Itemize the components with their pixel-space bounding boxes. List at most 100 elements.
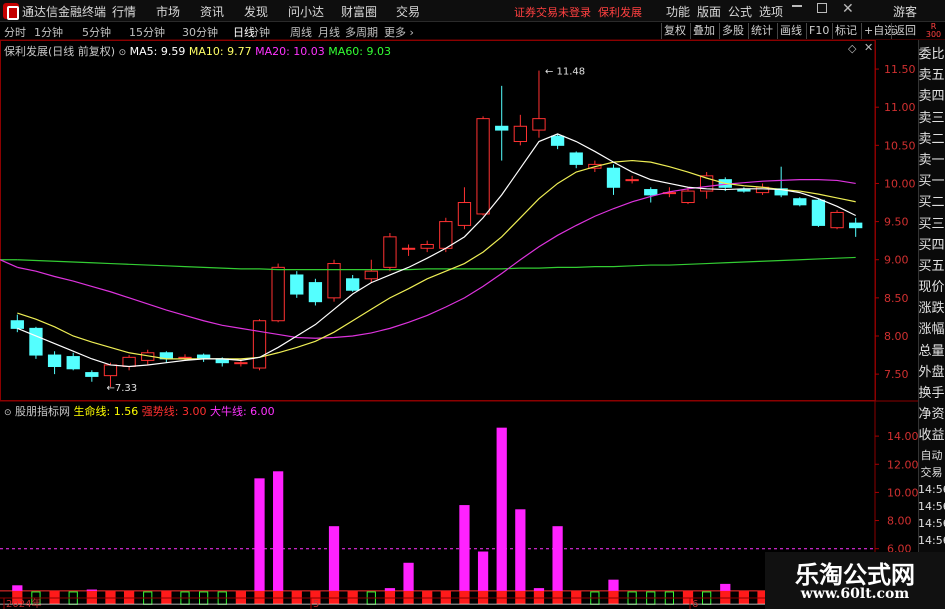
- menu-faxian[interactable]: 发现: [244, 3, 268, 20]
- watermark-title: 乐淘公式网: [795, 561, 915, 589]
- strong-line-label: 强势线: 3.00: [141, 405, 207, 418]
- bull-bar: [515, 509, 526, 591]
- period-15min[interactable]: 15分钟: [129, 24, 165, 40]
- sidebar-item-23[interactable]: 14:56: [918, 515, 945, 532]
- sidebar-item-13[interactable]: 涨幅: [918, 319, 945, 340]
- candle-down: [550, 135, 565, 146]
- period-5min[interactable]: 5分钟: [82, 24, 111, 40]
- candle-up: [122, 356, 136, 367]
- period-daily[interactable]: 日线: [233, 24, 255, 40]
- bull-bar: [12, 585, 23, 591]
- candle-down: [569, 152, 583, 165]
- sidebar-item-5[interactable]: 卖一: [918, 150, 945, 171]
- menu-jiaoyi[interactable]: 交易: [396, 3, 420, 20]
- sidebar-item-19[interactable]: 自动: [918, 447, 945, 464]
- indicator-layer: [0, 427, 875, 605]
- period-30min[interactable]: 30分钟: [182, 24, 218, 40]
- candle-up: [439, 221, 453, 249]
- btn-tongji[interactable]: 统计: [748, 23, 775, 39]
- bull-bar: [403, 562, 414, 591]
- bull-bar: [552, 526, 563, 591]
- sidebar-item-15[interactable]: 外盘: [918, 362, 945, 383]
- candle-up: [271, 266, 285, 322]
- sidebar-item-10[interactable]: 买五: [918, 256, 945, 277]
- sidebar-item-14[interactable]: 总量: [918, 341, 945, 362]
- menu-xuanxiang[interactable]: 选项: [759, 3, 783, 20]
- bull-bar: [496, 427, 507, 591]
- bull-bar: [720, 583, 731, 591]
- btn-biaoji[interactable]: 标记: [832, 23, 859, 39]
- app-title: 通达信金融终端: [22, 5, 107, 19]
- sidebar-item-2[interactable]: 卖四: [918, 86, 945, 107]
- lifeline-label: 生命线: 1.56: [73, 405, 139, 418]
- btn-f10[interactable]: F10: [806, 23, 831, 39]
- menu-shichang[interactable]: 市场: [156, 3, 180, 20]
- ma20-line-ext: [0, 259, 18, 268]
- sidebar-item-7[interactable]: 买二: [918, 192, 945, 213]
- close-icon[interactable]: ✕: [842, 1, 854, 17]
- settings-circle-icon[interactable]: ⊙: [119, 48, 127, 58]
- sidebar-item-12[interactable]: 涨跌: [918, 298, 945, 319]
- btn-diejia[interactable]: 叠加: [690, 23, 717, 39]
- bull-line-label: 大牛线: 6.00: [209, 405, 275, 418]
- candle-up: [681, 190, 695, 204]
- ma5-line: [17, 133, 856, 368]
- sidebar-item-11[interactable]: 现价: [918, 277, 945, 298]
- main-tick-label: 8.50: [884, 292, 909, 305]
- menu-banmian[interactable]: 版面: [697, 3, 721, 20]
- btn-back[interactable]: 返回: [891, 23, 918, 39]
- period-more[interactable]: 更多 ›: [384, 24, 414, 40]
- ma60-line: [17, 256, 856, 271]
- restore-icon[interactable]: [817, 3, 827, 13]
- sidebar-item-1[interactable]: 卖五: [918, 65, 945, 86]
- candles-layer: ← 11.48 ←7.33: [10, 67, 863, 394]
- sidebar-item-24[interactable]: 14:56: [918, 532, 945, 549]
- bull-bar: [533, 588, 545, 591]
- indicator-settings-icon[interactable]: ⊙: [4, 408, 12, 418]
- btn-fuquan[interactable]: 复权: [661, 23, 688, 39]
- close-panel-icon[interactable]: ✕: [864, 41, 873, 54]
- sidebar-item-6[interactable]: 买一: [918, 171, 945, 192]
- period-1min[interactable]: 1分钟: [34, 24, 63, 40]
- menu-hangqing[interactable]: 行情: [112, 3, 136, 20]
- main-tick-label: 10.00: [884, 177, 916, 190]
- menu-zixun[interactable]: 资讯: [200, 3, 224, 20]
- bull-bar: [477, 551, 489, 591]
- menu-gongneng[interactable]: 功能: [666, 3, 690, 20]
- chevron-right-icon: ›: [409, 26, 414, 39]
- sidebar-item-3[interactable]: 卖三: [918, 108, 945, 129]
- bull-bar: [86, 589, 97, 591]
- period-weekly[interactable]: 周线: [290, 24, 312, 40]
- candle-down: [290, 274, 304, 295]
- user-guest[interactable]: 游客: [893, 3, 917, 20]
- period-monthly[interactable]: 月线: [318, 24, 340, 40]
- sidebar-item-17[interactable]: 净资: [918, 404, 945, 425]
- minimize-icon[interactable]: [792, 5, 802, 7]
- notice-trade-login[interactable]: 证券交易未登录 保利发展: [514, 4, 642, 20]
- menu-wenxiaoda[interactable]: 问小达: [288, 3, 324, 20]
- sidebar-item-4[interactable]: 卖二: [918, 129, 945, 150]
- sidebar-item-18[interactable]: 收益: [918, 425, 945, 446]
- period-multi[interactable]: 多周期: [345, 24, 378, 40]
- candle-up: [830, 211, 844, 229]
- period-fenshi[interactable]: 分时: [4, 24, 26, 40]
- sidebar-item-8[interactable]: 买三: [918, 214, 945, 235]
- btn-duogu[interactable]: 多股: [719, 23, 746, 39]
- chart-grid: [0, 40, 918, 609]
- menu-gongshi[interactable]: 公式: [728, 3, 752, 20]
- expand-icon[interactable]: ◇: [848, 42, 856, 55]
- sidebar-item-20[interactable]: 交易: [918, 464, 945, 481]
- indicator-legend: ⊙ 股朋指标网 生命线: 1.56 强势线: 3.00 大牛线: 6.00: [4, 403, 275, 419]
- ind-tick-label: 10.00: [887, 486, 918, 499]
- menu-caifuquan[interactable]: 财富圈: [341, 3, 377, 20]
- sidebar-item-9[interactable]: 买四: [918, 235, 945, 256]
- btn-huaxian[interactable]: 画线: [777, 23, 804, 39]
- kline-chart[interactable]: ← 11.48 ←7.33 11.50 11.00 10.50 10.00 9.50 9.0…: [0, 40, 918, 609]
- main-tick-label: 10.50: [884, 139, 916, 152]
- sidebar-item-22[interactable]: 14:56: [918, 498, 945, 515]
- sidebar-item-16[interactable]: 换手: [918, 383, 945, 404]
- sidebar-item-21[interactable]: 14:56: [918, 481, 945, 498]
- axes-layer: 11.50 11.00 10.50 10.00 9.50 9.00 8.50 8.00 7.50…: [0, 63, 918, 609]
- main-tick-label: 7.50: [884, 368, 909, 381]
- sidebar-item-0[interactable]: 委比: [918, 44, 945, 65]
